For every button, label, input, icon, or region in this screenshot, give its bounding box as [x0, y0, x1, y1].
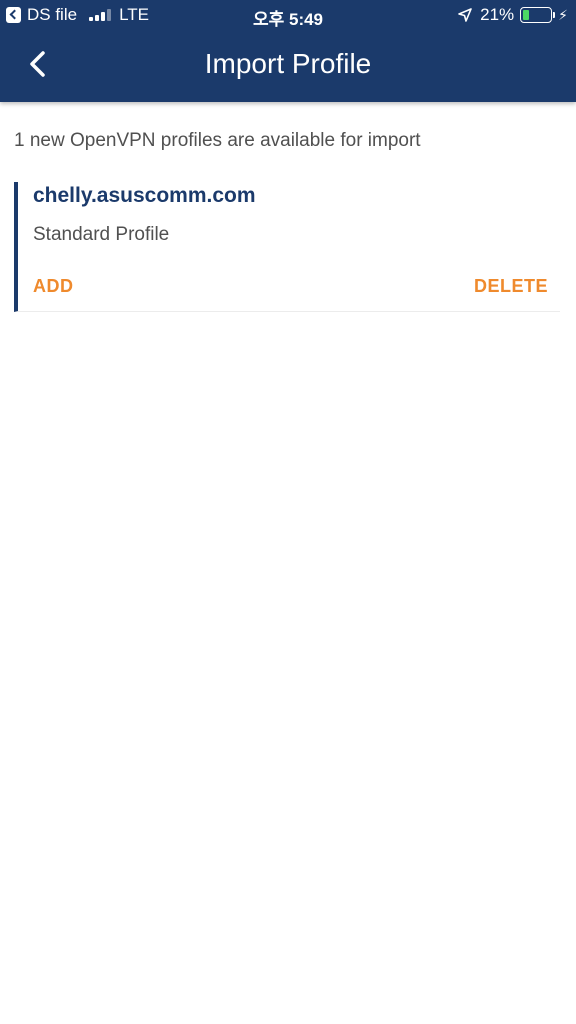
battery-percent: 21%: [480, 5, 515, 24]
add-button[interactable]: ADD: [33, 276, 74, 297]
delete-button[interactable]: DELETE: [474, 276, 548, 297]
profile-card: chelly.asuscomm.com Standard Profile ADD…: [14, 182, 560, 312]
battery-icon: [520, 7, 556, 23]
status-bar-right: 21% ⚡︎: [458, 5, 568, 25]
import-info-text: 1 new OpenVPN profiles are available for…: [14, 130, 421, 151]
app-header: DS file LTE 오후 5:49 21% ⚡︎ Import Profil…: [0, 0, 576, 102]
profile-name: chelly.asuscomm.com: [33, 184, 256, 207]
profile-type: Standard Profile: [33, 224, 170, 245]
battery-level-fill: [523, 10, 529, 20]
page-title: Import Profile: [204, 48, 372, 79]
location-arrow-icon: [458, 8, 472, 22]
status-bar: DS file LTE 오후 5:49 21% ⚡︎: [0, 0, 576, 30]
charging-bolt-icon: ⚡︎: [558, 6, 568, 23]
nav-bar: Import Profile: [0, 30, 576, 102]
